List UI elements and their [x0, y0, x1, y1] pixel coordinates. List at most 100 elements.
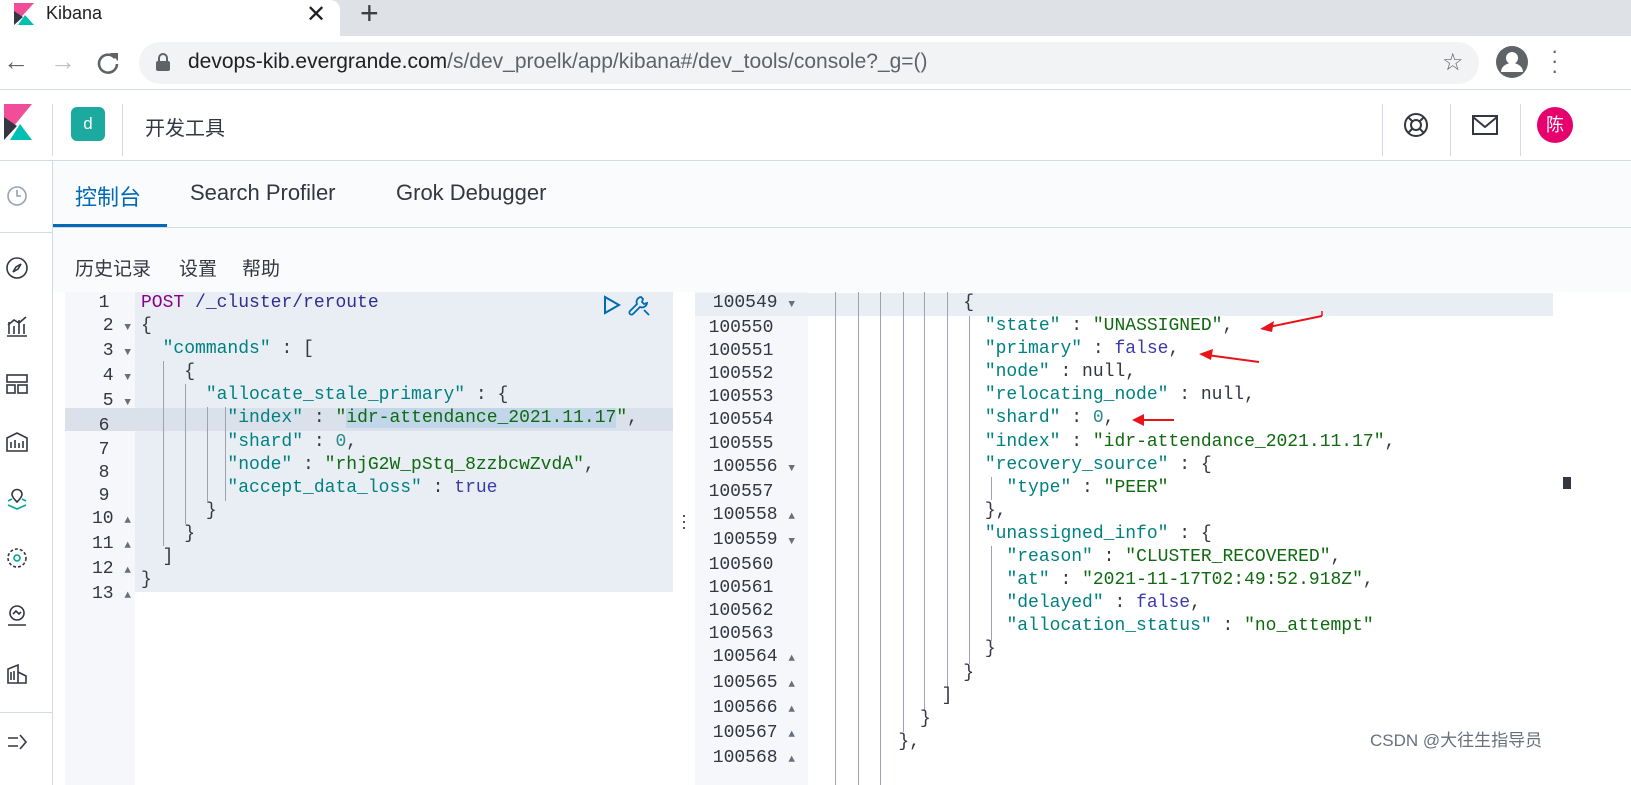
apm-icon[interactable] [5, 662, 29, 686]
wrench-icon[interactable] [627, 294, 651, 318]
help-link[interactable]: 帮助 [242, 254, 280, 281]
line-number: 100555 [708, 433, 774, 454]
bookmark-star-icon[interactable]: ☆ [1442, 48, 1464, 77]
json-key: "commands" [162, 339, 271, 360]
json-null: null [1082, 362, 1126, 383]
kibana-header [0, 90, 1631, 161]
history-link[interactable]: 历史记录 [75, 254, 151, 281]
back-arrow-icon[interactable]: ← [3, 48, 29, 74]
line-number: 100549 [712, 293, 778, 313]
url-path: /s/dev_proelk/app/kibana#/dev_tools/cons… [447, 50, 928, 73]
lock-icon[interactable] [156, 53, 170, 71]
line-number: 7 [98, 439, 110, 460]
json-key: "index" [984, 431, 1061, 452]
tab-console[interactable]: 控制台 [75, 180, 141, 212]
forward-arrow-icon[interactable]: → [50, 48, 76, 74]
space-avatar[interactable]: d [71, 107, 105, 141]
ml-icon[interactable] [5, 546, 29, 570]
line-number: 3 [102, 341, 114, 362]
line-number: 100550 [708, 318, 774, 339]
browser-menu-icon[interactable]: · · · [1551, 40, 1561, 82]
collapse-nav-icon[interactable] [5, 730, 29, 754]
canvas-icon[interactable] [5, 430, 29, 454]
scrollbar-thumb[interactable] [1563, 477, 1571, 489]
line-number: 100560 [708, 555, 774, 576]
json-string: "rhjG2W_pStq_8zzbcwZvdA" [324, 454, 584, 475]
line-number: 13 [91, 584, 114, 605]
json-key: "recovery_source" [984, 454, 1169, 475]
json-string: "2021-11-17T02:49:52.918Z" [1082, 570, 1363, 591]
json-key: "node" [227, 454, 293, 475]
json-number: 0 [335, 431, 347, 452]
resize-handle-icon[interactable]: · · · [681, 506, 687, 536]
json-bool: false [1114, 339, 1169, 360]
newsfeed-mail-icon[interactable] [1472, 114, 1498, 136]
json-bool: true [454, 477, 498, 498]
line-number: 100565 [712, 672, 778, 693]
infrastructure-icon[interactable] [5, 604, 29, 628]
maps-icon[interactable] [5, 488, 29, 512]
json-string: "PEER" [1103, 477, 1169, 498]
line-number: 100554 [708, 410, 774, 431]
play-icon[interactable] [600, 294, 622, 316]
json-key: "accept_data_loss" [227, 477, 422, 498]
json-key: "primary" [984, 339, 1083, 360]
watermark: CSDN @大往生指导员 [1370, 731, 1543, 750]
url-text[interactable]: devops-kib.evergrande.com/s/dev_proelk/a… [188, 50, 928, 74]
line-number: 100556 [712, 456, 778, 477]
json-string: "CLUSTER_RECOVERED" [1125, 547, 1331, 568]
editor-splitter[interactable] [673, 292, 695, 785]
tab-search-profiler[interactable]: Search Profiler [190, 180, 336, 206]
json-key: "state" [984, 316, 1061, 337]
response-code[interactable]: { "state" : "UNASSIGNED", "primary" : fa… [812, 292, 1395, 754]
profile-icon[interactable] [1496, 46, 1528, 78]
divider [1382, 104, 1383, 156]
selected-index-value: idr-attendance_2021.11.17 [346, 408, 617, 429]
new-tab-icon[interactable]: + [360, 0, 379, 32]
line-number: 11 [91, 533, 114, 554]
json-key: "unassigned_info" [984, 523, 1169, 544]
dashboard-icon[interactable] [5, 372, 29, 396]
annotation-arrow-icon [1199, 349, 1260, 363]
visualize-chart-icon[interactable] [5, 314, 29, 338]
response-line-numbers: 100549 ▼ 100550 100551 100552 100553 100… [708, 293, 795, 768]
line-number: 100566 [712, 697, 778, 718]
line-number: 8 [98, 462, 110, 483]
line-number: 100551 [708, 341, 774, 362]
recent-clock-icon[interactable] [5, 184, 29, 208]
json-key: "delayed" [1006, 593, 1104, 614]
tab-close-icon[interactable]: ✕ [306, 0, 326, 29]
url-host: devops-kib.evergrande.com [188, 50, 448, 73]
discover-compass-icon[interactable] [5, 256, 29, 280]
json-key: "node" [984, 362, 1050, 383]
tab-grok-debugger[interactable]: Grok Debugger [396, 180, 546, 206]
active-tab-indicator [53, 224, 167, 227]
line-number: 100563 [708, 624, 774, 645]
reload-icon[interactable] [95, 50, 121, 76]
request-code[interactable]: POST /_cluster/reroute { "commands" : [ … [141, 292, 638, 592]
json-key: "shard" [227, 431, 304, 452]
json-key: "at" [1006, 570, 1050, 591]
settings-link[interactable]: 设置 [179, 254, 217, 281]
json-key: "allocation_status" [1006, 616, 1212, 637]
line-number: 4 [102, 366, 114, 387]
user-avatar[interactable]: 陈 [1537, 107, 1573, 143]
request-line-numbers: 1 2 ▼ 3 ▼ 4 ▼ 5 ▼ 6 7 8 9 10 ▲ 11 ▲ 12 ▲… [91, 293, 131, 605]
help-lifebuoy-icon[interactable] [1403, 112, 1429, 138]
kibana-logo-icon[interactable] [4, 104, 32, 140]
line-number: 10 [91, 508, 114, 529]
json-key: "shard" [984, 408, 1061, 429]
line-number: 100567 [712, 722, 778, 743]
line-number: 1 [98, 293, 110, 313]
line-number: 100552 [708, 364, 774, 385]
breadcrumb[interactable]: 开发工具 [145, 112, 225, 141]
line-number: 12 [91, 559, 114, 580]
line-number: 9 [98, 485, 110, 506]
line-number: 100558 [712, 504, 778, 525]
json-null: null [1200, 385, 1245, 406]
json-string: "UNASSIGNED" [1092, 316, 1223, 337]
console-menu [53, 228, 1631, 292]
request-editor-empty[interactable] [135, 592, 673, 785]
divider [1450, 104, 1451, 156]
json-string: "no_attempt" [1244, 616, 1374, 637]
